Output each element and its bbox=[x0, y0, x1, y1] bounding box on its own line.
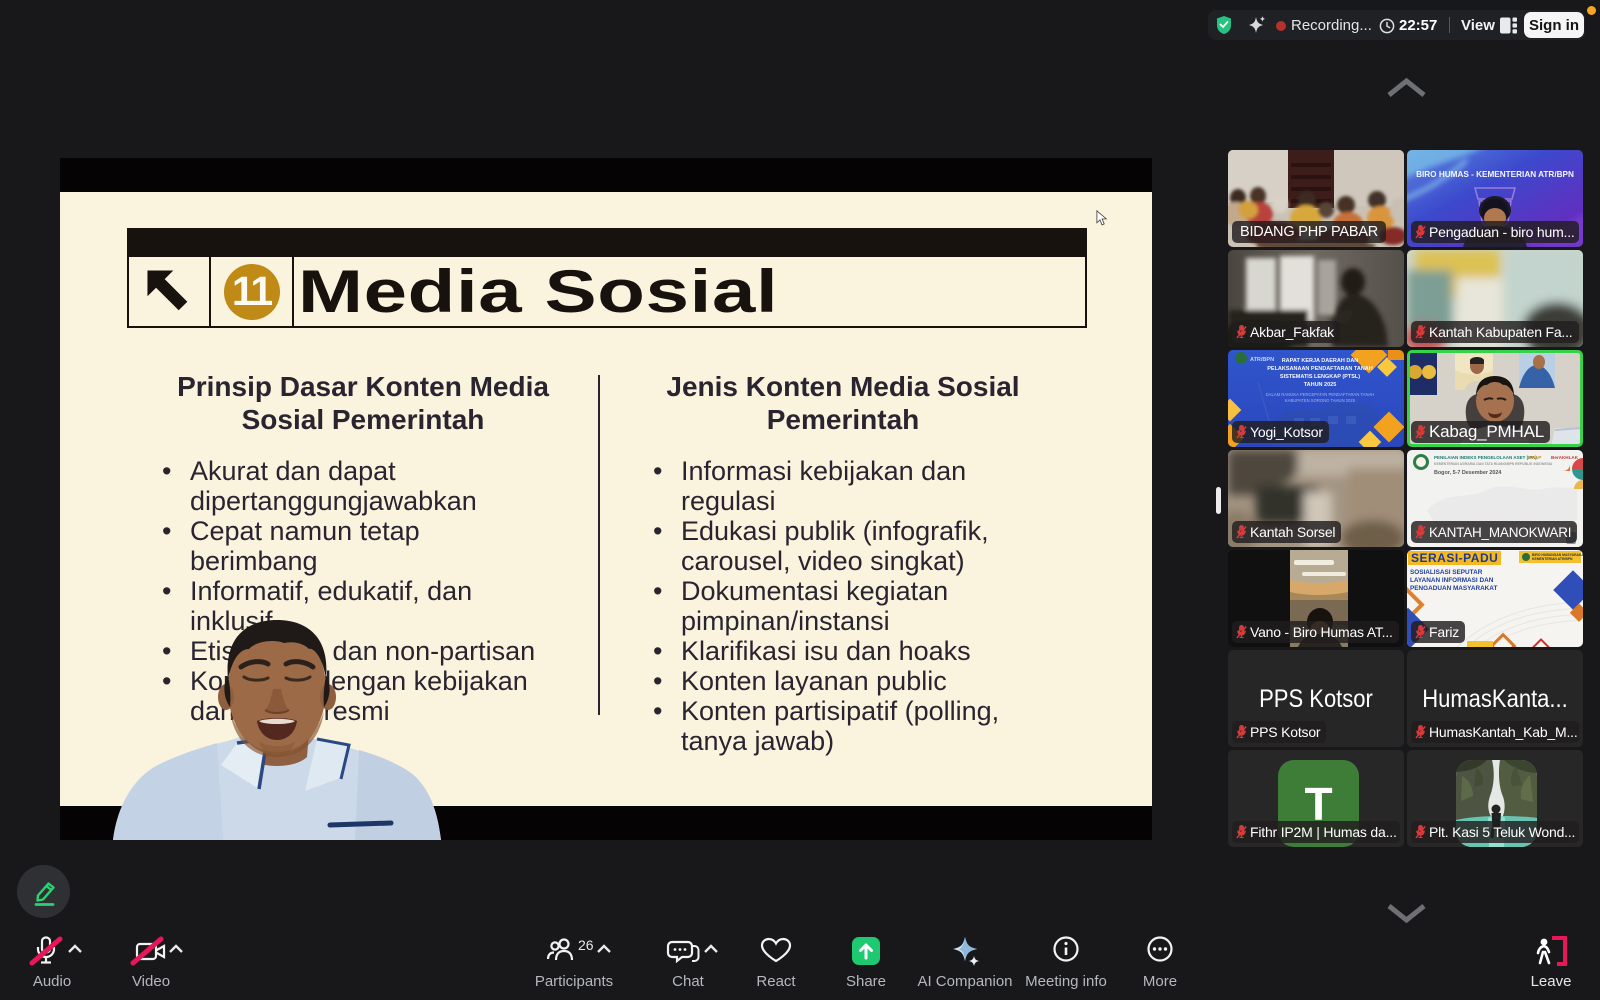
svg-text:#SIAP: #SIAP bbox=[1528, 455, 1541, 460]
svg-text:PELAKSANAAN PENDAFTARAN TANAH: PELAKSANAAN PENDAFTARAN TANAH bbox=[1267, 366, 1373, 372]
svg-text:SERASI-PADU: SERASI-PADU bbox=[1411, 551, 1498, 565]
svg-text:DALAM RANGKA PERCEPATAN PENDAF: DALAM RANGKA PERCEPATAN PENDAFTARAN TANA… bbox=[1266, 392, 1375, 397]
svg-text:SOSIALISASI SEPUTAR: SOSIALISASI SEPUTAR bbox=[1410, 569, 1483, 576]
svg-text:26: 26 bbox=[578, 937, 594, 953]
svg-text:KEMENTERIAN AGRARIA DAN TATA R: KEMENTERIAN AGRARIA DAN TATA RUANG/BPN R… bbox=[1434, 462, 1553, 466]
svg-text:TAHUN 2025: TAHUN 2025 bbox=[1304, 382, 1337, 388]
svg-text:SISTEMATIS LENGKAP (PTSL): SISTEMATIS LENGKAP (PTSL) bbox=[1280, 374, 1360, 380]
svg-text:BIRO HUMAS - KEMENTERIAN ATR/B: BIRO HUMAS - KEMENTERIAN ATR/BPN bbox=[1416, 170, 1574, 179]
svg-text:KEMENTERIAN ATR/BPN: KEMENTERIAN ATR/BPN bbox=[1532, 557, 1573, 561]
svg-text:RAPAT KERJA DAERAH DAN: RAPAT KERJA DAERAH DAN bbox=[1282, 358, 1359, 364]
svg-text:ATR/BPN: ATR/BPN bbox=[1250, 357, 1274, 363]
svg-text:BerAKHLAK: BerAKHLAK bbox=[1551, 455, 1579, 460]
svg-text:PENILAIAN INDEKS PENGELOLAAN A: PENILAIAN INDEKS PENGELOLAAN ASET (IPA) bbox=[1434, 455, 1537, 460]
svg-text:Bogor, 5-7 Desember 2024: Bogor, 5-7 Desember 2024 bbox=[1434, 470, 1501, 476]
svg-text:KABUPATEN SORONG TAHUN 2025: KABUPATEN SORONG TAHUN 2025 bbox=[1285, 398, 1356, 403]
svg-text:PENGADUAN MASYARAKAT: PENGADUAN MASYARAKAT bbox=[1410, 585, 1497, 592]
svg-text:LAYANAN INFORMASI DAN: LAYANAN INFORMASI DAN bbox=[1410, 577, 1494, 584]
